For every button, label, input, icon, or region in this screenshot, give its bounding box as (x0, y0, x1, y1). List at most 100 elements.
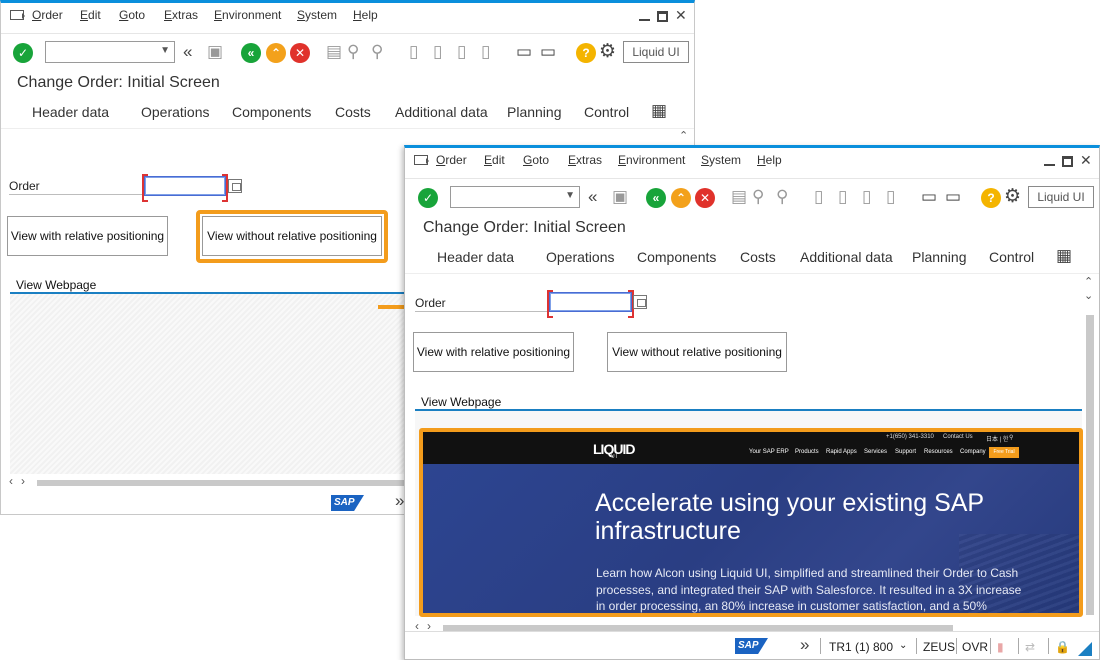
command-field[interactable]: ▼ (45, 41, 175, 63)
print-icon[interactable]: ▤ (731, 187, 747, 207)
nav-link-support[interactable]: Support (895, 449, 916, 455)
next-page-icon[interactable]: ▯ (457, 42, 466, 62)
scroll-left-icon[interactable]: ‹ (9, 474, 13, 488)
close-window-icon[interactable]: ✕ (1080, 152, 1092, 168)
last-page-icon[interactable]: ▯ (886, 187, 895, 207)
create-shortcut-icon[interactable]: ▭ (540, 42, 556, 62)
tab-components[interactable]: Components (637, 249, 716, 265)
exit-icon[interactable]: ⌃ (671, 188, 691, 208)
free-trial-button[interactable]: Free Trial (989, 447, 1019, 458)
vertical-scrollbar[interactable]: ⌃ ⌄ (1084, 275, 1096, 620)
system-info-dropdown-icon[interactable]: ⌄ (899, 640, 907, 651)
liquid-ui-button[interactable]: Liquid UI (1028, 186, 1094, 208)
tab-control[interactable]: Control (584, 104, 629, 120)
maximize-icon[interactable] (1062, 156, 1073, 167)
menu-order[interactable]: Order (32, 8, 63, 22)
scrollbar-thumb[interactable] (37, 480, 407, 486)
menu-edit[interactable]: Edit (484, 153, 505, 167)
tab-operations[interactable]: Operations (141, 104, 209, 120)
save-icon[interactable]: ▣ (207, 42, 223, 62)
field-help-icon[interactable] (633, 295, 647, 309)
settings-gear-icon[interactable]: ⚙ (1004, 187, 1021, 207)
find-icon[interactable]: ⚲ (347, 42, 359, 62)
tab-list-icon[interactable]: ▦ (651, 101, 667, 121)
resize-grip-icon[interactable] (1078, 642, 1092, 656)
first-page-icon[interactable]: ▯ (814, 187, 823, 207)
chevron-down-icon[interactable]: ▼ (160, 45, 170, 56)
order-input[interactable] (142, 174, 228, 202)
tab-costs[interactable]: Costs (740, 249, 776, 265)
vertical-scroll-thumb[interactable] (1086, 315, 1094, 615)
expand-status-icon[interactable]: » (800, 635, 809, 655)
cancel-icon[interactable]: ✕ (695, 188, 715, 208)
back-icon[interactable]: « (646, 188, 666, 208)
last-page-icon[interactable]: ▯ (481, 42, 490, 62)
scroll-up-icon[interactable]: ⌃ (1084, 275, 1093, 288)
view-without-relative-positioning-button[interactable]: View without relative positioning (607, 332, 787, 372)
minimize-icon[interactable] (639, 19, 650, 21)
tab-list-icon[interactable]: ▦ (1056, 246, 1072, 266)
tab-costs[interactable]: Costs (335, 104, 371, 120)
tab-planning[interactable]: Planning (507, 104, 562, 120)
scroll-right-icon[interactable]: › (21, 474, 25, 488)
phone-number[interactable]: +1(650) 341-3310 (886, 434, 934, 440)
view-without-relative-positioning-button[interactable]: View without relative positioning (202, 216, 382, 256)
find-next-icon[interactable]: ⚲ (776, 187, 788, 207)
tab-components[interactable]: Components (232, 104, 311, 120)
system-menu-icon[interactable] (10, 10, 25, 20)
help-icon[interactable]: ? (576, 43, 596, 63)
chevron-down-icon[interactable]: ▼ (565, 190, 575, 201)
liquid-ui-logo[interactable]: LIQUID UI (593, 441, 635, 460)
settings-gear-icon[interactable]: ⚙ (599, 42, 616, 62)
next-page-icon[interactable]: ▯ (862, 187, 871, 207)
tab-control[interactable]: Control (989, 249, 1034, 265)
tab-header-data[interactable]: Header data (32, 104, 109, 120)
cancel-icon[interactable]: ✕ (290, 43, 310, 63)
menu-order[interactable]: Order (436, 153, 467, 167)
tab-header-data[interactable]: Header data (437, 249, 514, 265)
save-icon[interactable]: ▣ (612, 187, 628, 207)
menu-environment[interactable]: Environment (214, 8, 281, 22)
liquid-ui-button[interactable]: Liquid UI (623, 41, 689, 63)
minimize-icon[interactable] (1044, 164, 1055, 166)
nav-link-company[interactable]: Company (960, 449, 986, 455)
view-with-relative-positioning-button[interactable]: View with relative positioning (413, 332, 574, 372)
new-session-icon[interactable]: ▭ (921, 187, 937, 207)
back-icon[interactable]: « (241, 43, 261, 63)
menu-goto[interactable]: Goto (119, 8, 145, 22)
menu-edit[interactable]: Edit (80, 8, 101, 22)
web-search-icon[interactable]: ⚲ (1009, 434, 1013, 441)
enter-check-icon[interactable]: ✓ (418, 188, 438, 208)
view-with-relative-positioning-button[interactable]: View with relative positioning (7, 216, 168, 256)
contact-us-link[interactable]: Contact Us (943, 434, 973, 440)
field-help-icon[interactable] (228, 179, 242, 193)
find-next-icon[interactable]: ⚲ (371, 42, 383, 62)
maximize-icon[interactable] (657, 11, 668, 22)
tab-additional-data[interactable]: Additional data (395, 104, 488, 120)
exit-icon[interactable]: ⌃ (266, 43, 286, 63)
enter-check-icon[interactable]: ✓ (13, 43, 33, 63)
first-page-icon[interactable]: ▯ (409, 42, 418, 62)
find-icon[interactable]: ⚲ (752, 187, 764, 207)
tab-additional-data[interactable]: Additional data (800, 249, 893, 265)
create-shortcut-icon[interactable]: ▭ (945, 187, 961, 207)
previous-page-icon[interactable]: ▯ (433, 42, 442, 62)
menu-system[interactable]: System (297, 8, 337, 22)
scroll-up-icon[interactable]: ⌃ (679, 129, 688, 142)
double-back-icon[interactable]: « (588, 187, 597, 207)
tab-operations[interactable]: Operations (546, 249, 614, 265)
menu-system[interactable]: System (701, 153, 741, 167)
print-icon[interactable]: ▤ (326, 42, 342, 62)
system-menu-icon[interactable] (414, 155, 429, 165)
menu-goto[interactable]: Goto (523, 153, 549, 167)
menu-extras[interactable]: Extras (164, 8, 198, 22)
new-session-icon[interactable]: ▭ (516, 42, 532, 62)
embedded-webpage[interactable]: LIQUID UI +1(650) 341-3310 Contact Us 日本 … (419, 428, 1083, 617)
nav-link-products[interactable]: Products (795, 449, 819, 455)
command-field[interactable]: ▼ (450, 186, 580, 208)
nav-link-rapid-apps[interactable]: Rapid Apps (826, 449, 857, 455)
system-info[interactable]: TR1 (1) 800 (829, 640, 893, 654)
tab-planning[interactable]: Planning (912, 249, 967, 265)
double-back-icon[interactable]: « (183, 42, 192, 62)
close-window-icon[interactable]: ✕ (675, 7, 687, 23)
